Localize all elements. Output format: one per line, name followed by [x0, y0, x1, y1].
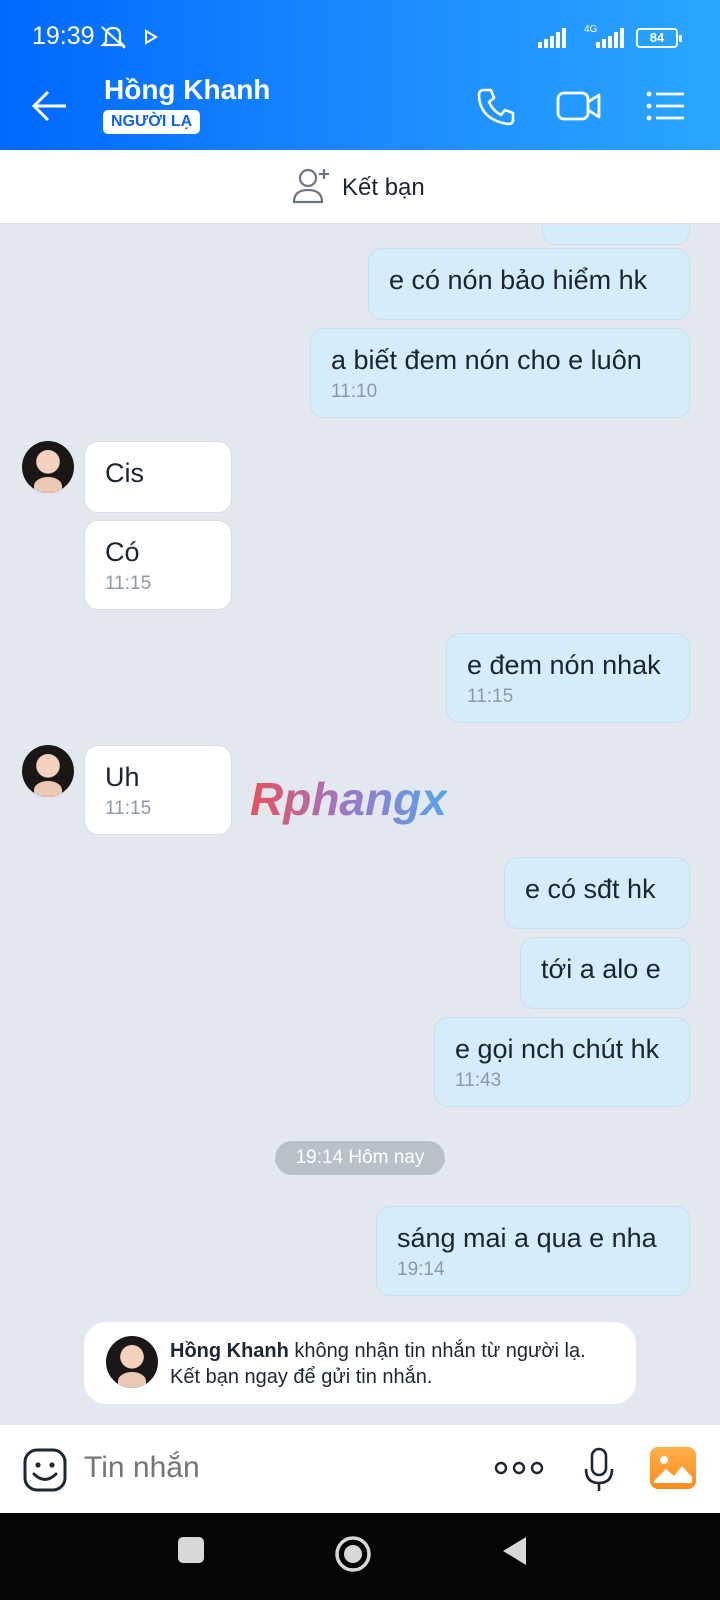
message-bubble[interactable]: e gọi nch chút hk 11:43	[434, 1017, 690, 1107]
message-bubble[interactable]: sáng mai a qua e nha 19:14	[376, 1206, 690, 1296]
message-bubble[interactable]: e có sđt hk	[504, 857, 690, 929]
message-bubble[interactable]: Uh 11:15	[84, 745, 232, 835]
contact-avatar	[106, 1336, 158, 1388]
message-time: 11:15	[105, 573, 152, 594]
microphone-icon[interactable]	[582, 1447, 616, 1493]
notice-contact-name: Hồng Khanh	[170, 1340, 289, 1362]
battery-icon: 84	[636, 28, 682, 48]
message-time: 19:14	[397, 1259, 445, 1280]
message-input[interactable]	[84, 1451, 384, 1485]
message-time: 11:43	[455, 1070, 502, 1091]
sticker-emoji-icon[interactable]	[22, 1447, 68, 1493]
signal-icon	[538, 28, 566, 48]
status-time: 19:39	[32, 22, 95, 50]
contact-avatar[interactable]	[22, 441, 74, 493]
message-text: tới a alo e	[541, 954, 661, 984]
message-time: 11:15	[467, 686, 514, 707]
message-bubble-partial[interactable]	[542, 225, 690, 245]
stranger-badge: NGƯỜI LẠ	[103, 110, 201, 134]
message-text: Cis	[105, 458, 144, 488]
add-friend-bar[interactable]: Kết bạn	[0, 150, 720, 224]
video-call-icon[interactable]	[556, 84, 602, 128]
image-gallery-icon[interactable]	[650, 1447, 696, 1489]
message-text: sáng mai a qua e nha	[397, 1223, 657, 1253]
message-text: a biết đem nón cho e luôn	[331, 345, 642, 375]
message-text: e có sđt hk	[525, 874, 656, 904]
system-navigation-bar	[0, 1513, 720, 1600]
phone-call-icon[interactable]	[474, 84, 520, 128]
message-bubble[interactable]: a biết đem nón cho e luôn 11:10	[310, 328, 690, 418]
message-bubble[interactable]: Có 11:15	[84, 520, 232, 610]
play-icon	[145, 29, 158, 45]
message-time: 11:15	[105, 798, 152, 819]
stranger-notice: Hồng Khanh không nhận tin nhắn từ người …	[84, 1322, 636, 1404]
app-header: 19:39 4G 84 Hồng Khanh NGƯỜI LẠ	[0, 0, 720, 150]
message-text: e có nón bảo hiểm hk	[389, 265, 648, 295]
contact-avatar[interactable]	[22, 745, 74, 797]
message-text: e gọi nch chút hk	[455, 1034, 660, 1064]
home-icon[interactable]	[334, 1535, 372, 1573]
recent-apps-icon[interactable]	[176, 1535, 206, 1565]
message-bubble[interactable]: e đem nón nhak 11:15	[446, 633, 690, 723]
message-bubble[interactable]: Cis	[84, 441, 232, 513]
message-text: Uh	[105, 762, 140, 792]
add-user-icon	[292, 168, 329, 204]
add-friend-label: Kết bạn	[342, 174, 425, 201]
back-icon[interactable]	[500, 1535, 530, 1567]
date-separator: 19:14 Hôm nay	[275, 1141, 445, 1175]
more-options-icon[interactable]	[494, 1457, 544, 1479]
notice-message: không nhận tin nhắn từ người lạ.	[288, 1340, 586, 1362]
message-text: e đem nón nhak	[467, 650, 661, 680]
message-bubble[interactable]: tới a alo e	[520, 937, 690, 1009]
signal-icon-2	[596, 28, 624, 48]
message-time: 11:10	[331, 381, 378, 402]
status-bar: 19:39 4G 84	[0, 0, 720, 62]
menu-list-icon[interactable]	[644, 84, 690, 128]
watermark-logo: Rphangx	[250, 773, 447, 825]
back-arrow-icon[interactable]	[28, 84, 72, 128]
message-composer	[0, 1425, 720, 1513]
notice-message-2: Kết bạn ngay để gửi tin nhắn.	[170, 1366, 433, 1388]
message-text: Có	[105, 537, 140, 567]
message-bubble[interactable]: e có nón bảo hiểm hk	[368, 248, 690, 320]
contact-name[interactable]: Hồng Khanh	[104, 74, 270, 106]
notification-muted-icon	[100, 26, 126, 49]
notice-text: Hồng Khanh không nhận tin nhắn từ người …	[170, 1338, 620, 1390]
